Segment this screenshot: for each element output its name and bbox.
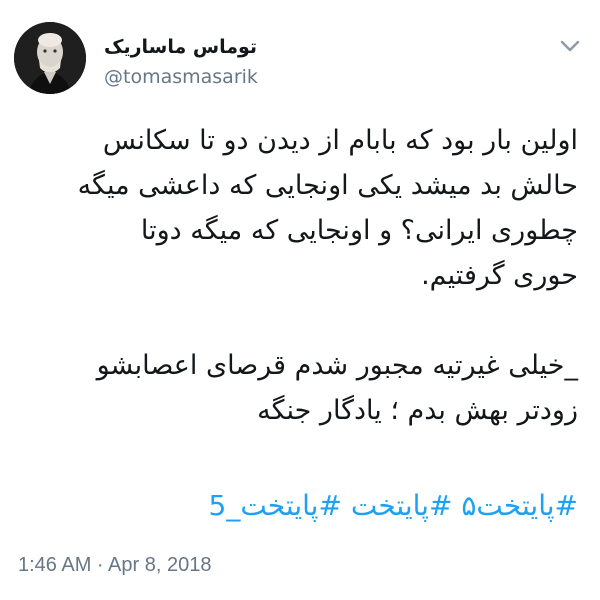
tweet-text: اولین بار بود که بابام از دیدن دو تا سکا…: [18, 118, 578, 433]
hashtag-link[interactable]: #پایتخت_5: [208, 489, 341, 522]
avatar-portrait-icon: [14, 22, 86, 94]
hashtag-row: #پایتخت۵ #پایتخت #پایتخت_5: [18, 486, 578, 526]
tweet-line: حوری گرفتیم.: [421, 260, 578, 291]
tweet-header: توماس ماساریک @tomasmasarik: [0, 0, 600, 110]
tweet-timestamp[interactable]: 1:46 AM · Apr 8, 2018: [18, 554, 211, 577]
display-name[interactable]: توماس ماساریک: [104, 36, 257, 58]
tweet-line: حالش بد میشد یکی اونجایی که داعشی میگه: [77, 170, 578, 201]
avatar[interactable]: [14, 22, 86, 94]
tweet-line: اولین بار بود که بابام از دیدن دو تا سکا…: [102, 125, 578, 156]
hashtag-link[interactable]: #پایتخت۵: [461, 489, 578, 522]
tweet-line: _خیلی غیرتیه مجبور شدم قرصای اعصابشو: [96, 350, 578, 381]
chevron-down-icon[interactable]: [558, 36, 582, 56]
user-handle[interactable]: @tomasmasarik: [104, 66, 258, 88]
tweet-line: چطوری ایرانی؟ و اونجایی که میگه دوتا: [140, 215, 578, 246]
hashtag-link[interactable]: #پایتخت: [351, 489, 453, 522]
tweet-line: زودتر بهش بدم ؛ یادگار جنگه: [257, 395, 578, 426]
